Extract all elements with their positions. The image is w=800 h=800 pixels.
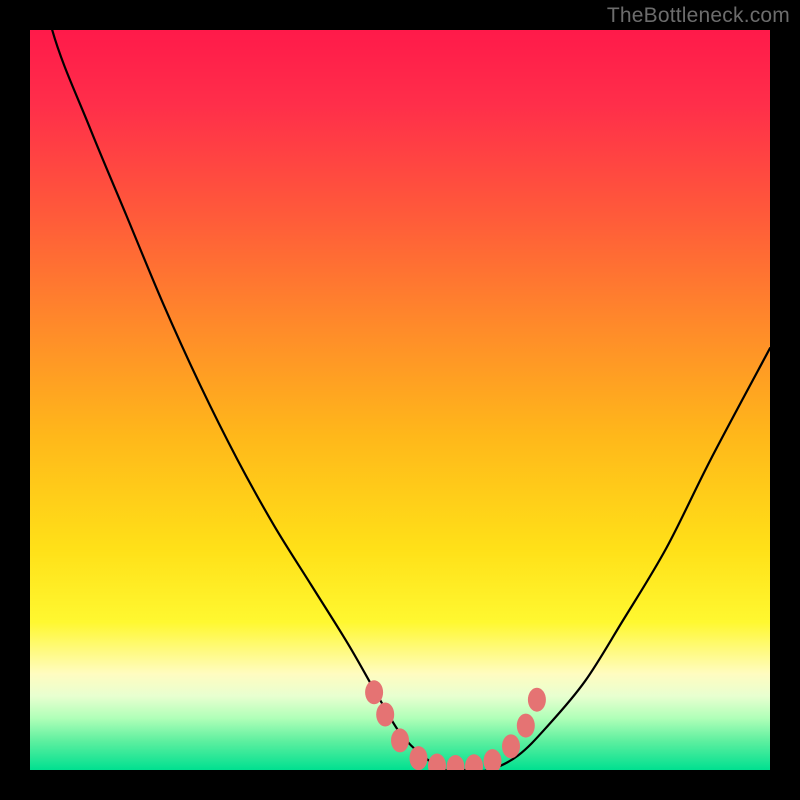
outer-frame: TheBottleneck.com	[0, 0, 800, 800]
marker-dot	[528, 688, 546, 712]
marker-dot	[376, 703, 394, 727]
marker-dot	[391, 728, 409, 752]
marker-dot	[517, 714, 535, 738]
marker-dot	[410, 746, 428, 770]
marker-dot	[502, 734, 520, 758]
plot-area	[30, 30, 770, 770]
marker-dot	[428, 754, 446, 770]
watermark-text: TheBottleneck.com	[607, 4, 790, 28]
bottleneck-curve	[30, 30, 770, 770]
marker-dot	[484, 749, 502, 770]
marker-dot	[365, 680, 383, 704]
marker-dot	[465, 754, 483, 770]
chart-svg	[30, 30, 770, 770]
marker-dot	[447, 755, 465, 770]
optimal-markers	[365, 680, 546, 770]
